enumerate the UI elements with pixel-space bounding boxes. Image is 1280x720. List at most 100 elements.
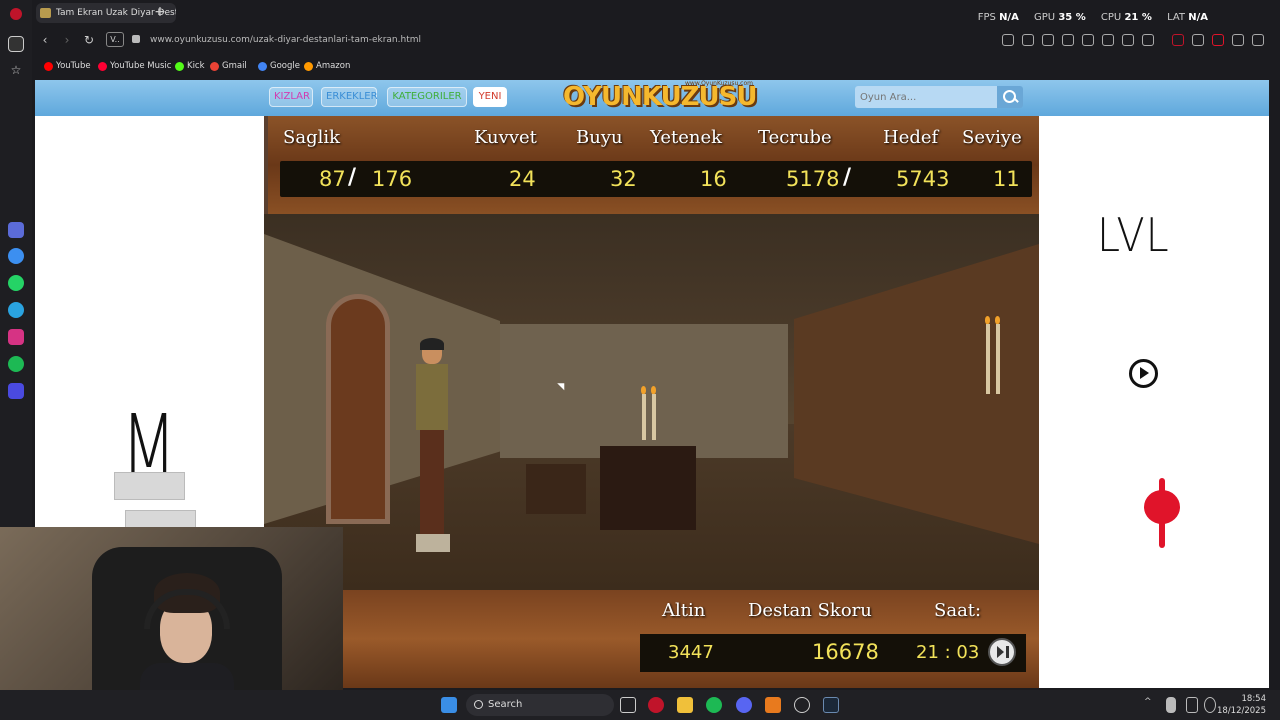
opera-taskbar-icon[interactable] bbox=[648, 697, 664, 713]
edit-icon[interactable] bbox=[1002, 34, 1014, 46]
settings-icon[interactable] bbox=[794, 697, 810, 713]
player-icon[interactable] bbox=[8, 383, 24, 399]
strength-label: Kuvvet bbox=[474, 127, 537, 148]
aria-icon[interactable] bbox=[8, 222, 24, 238]
epic-score-label: Destan Skoru bbox=[748, 600, 872, 621]
star-icon[interactable]: ☆ bbox=[8, 62, 24, 78]
heart-icon[interactable] bbox=[1082, 34, 1094, 46]
game-search-input[interactable] bbox=[855, 86, 997, 108]
url-field[interactable]: www.oyunkuzusu.com/uzak-diyar-destanlari… bbox=[150, 31, 1030, 49]
health-slash: / bbox=[348, 165, 357, 190]
bookmark-youtube[interactable]: YouTube bbox=[44, 60, 91, 73]
magic-label: Buyu bbox=[576, 127, 623, 148]
search-button[interactable] bbox=[997, 86, 1023, 108]
site-logo[interactable]: OYUNKUZUSU www.OyunKuzusu.com bbox=[563, 80, 763, 116]
game-time-value: 21 : 03 bbox=[916, 642, 980, 663]
shield-icon[interactable] bbox=[1042, 34, 1054, 46]
discord-icon[interactable] bbox=[736, 697, 752, 713]
whatsapp-icon[interactable] bbox=[8, 275, 24, 291]
opera-logo-icon[interactable] bbox=[10, 8, 22, 20]
microphone-icon[interactable] bbox=[1166, 697, 1176, 713]
level-value: 11 bbox=[993, 167, 1020, 191]
spotify-taskbar-icon[interactable] bbox=[706, 697, 722, 713]
task-view-icon[interactable] bbox=[620, 697, 636, 713]
extension-3-icon[interactable] bbox=[1212, 34, 1224, 46]
new-tab-button[interactable]: + bbox=[150, 3, 170, 23]
reload-button[interactable]: ↻ bbox=[80, 31, 98, 49]
bookmark-gmail[interactable]: Gmail bbox=[210, 60, 247, 73]
extension-icon[interactable] bbox=[1172, 34, 1184, 46]
wallet-icon[interactable] bbox=[1142, 34, 1154, 46]
file-explorer-icon[interactable] bbox=[677, 697, 693, 713]
lvl-annotation: LVL bbox=[1097, 208, 1170, 262]
download-icon[interactable] bbox=[1102, 34, 1114, 46]
taskbar-search[interactable]: Search bbox=[466, 694, 614, 716]
hero-character[interactable] bbox=[412, 338, 456, 558]
magic-value: 32 bbox=[610, 167, 637, 191]
wooden-door[interactable] bbox=[326, 294, 390, 524]
strength-value: 24 bbox=[509, 167, 536, 191]
bookmark-label: YouTube Music bbox=[110, 61, 172, 71]
instagram-icon[interactable] bbox=[8, 329, 24, 345]
messenger-icon[interactable] bbox=[8, 248, 24, 264]
clock-date: 18/12/2025 bbox=[1217, 706, 1266, 716]
gold-label: Altin bbox=[662, 600, 706, 621]
nav-categories[interactable]: KATEGORILER bbox=[387, 87, 467, 107]
steam-icon[interactable] bbox=[823, 697, 839, 713]
play-pause-button[interactable] bbox=[988, 638, 1016, 666]
play-icon[interactable] bbox=[1062, 34, 1074, 46]
home-icon[interactable] bbox=[8, 36, 24, 52]
camera-icon[interactable] bbox=[1022, 34, 1034, 46]
windows-taskbar: Search ^ 18:54 18/12/2025 bbox=[0, 690, 1280, 720]
windows-start-icon[interactable] bbox=[441, 697, 457, 713]
skill-value: 16 bbox=[700, 167, 727, 191]
nav-new[interactable]: YENI bbox=[473, 87, 507, 107]
extension-2-icon[interactable] bbox=[1192, 34, 1204, 46]
site-header: KIZLAR ERKEKLER KATEGORILER YENI OYUNKUZ… bbox=[35, 80, 1269, 116]
skill-label: Yetenek bbox=[650, 127, 723, 148]
wall-candle bbox=[986, 324, 990, 394]
bookmark-kick[interactable]: Kick bbox=[175, 60, 205, 73]
health-current: 87 bbox=[319, 167, 346, 191]
dark-table bbox=[600, 446, 696, 530]
candle-flame bbox=[641, 386, 646, 394]
menu-icon[interactable] bbox=[1122, 34, 1134, 46]
app-icon[interactable] bbox=[765, 697, 781, 713]
address-bar: ‹ › ↻ V.. www.oyunkuzusu.com/uzak-diyar-… bbox=[32, 28, 1280, 52]
level-label: Seviye bbox=[962, 127, 1022, 148]
spotify-icon[interactable] bbox=[8, 356, 24, 372]
gray-button[interactable] bbox=[114, 472, 185, 500]
bookmark-label: Google bbox=[270, 61, 300, 71]
small-table bbox=[526, 464, 586, 514]
network-icon[interactable] bbox=[1186, 697, 1198, 713]
score-values-panel: 3447 16678 21 : 03 bbox=[640, 634, 1026, 672]
game-room-scene[interactable] bbox=[264, 214, 1039, 590]
red-pin-icon bbox=[1143, 478, 1181, 548]
back-button[interactable]: ‹ bbox=[36, 31, 54, 49]
epic-score-value: 16678 bbox=[812, 640, 879, 664]
bookmark-youtube-music[interactable]: YouTube Music bbox=[98, 60, 171, 73]
lock-icon[interactable] bbox=[132, 35, 140, 43]
taskbar-clock[interactable]: 18:54 18/12/2025 bbox=[1217, 693, 1266, 717]
forward-button[interactable]: › bbox=[58, 31, 76, 49]
bookmark-google[interactable]: Google bbox=[258, 60, 300, 73]
game-canvas[interactable]: Saglik Kuvvet Buyu Yetenek Tecrube Hedef… bbox=[264, 116, 1039, 688]
vpn-badge[interactable]: V.. bbox=[106, 32, 124, 47]
stats-values-panel: 87 / 176 24 32 16 5178 / 5743 11 bbox=[280, 161, 1032, 197]
candle bbox=[652, 394, 656, 440]
extension-4-icon[interactable] bbox=[1232, 34, 1244, 46]
bookmark-label: Amazon bbox=[316, 61, 351, 71]
site-favicon-icon bbox=[40, 8, 51, 18]
volume-icon[interactable] bbox=[1204, 697, 1216, 713]
bookmark-favicon-icon bbox=[210, 62, 219, 71]
telegram-icon[interactable] bbox=[8, 302, 24, 318]
nav-boys[interactable]: ERKEKLER bbox=[321, 87, 378, 107]
nav-girls[interactable]: KIZLAR bbox=[269, 87, 313, 107]
streamer bbox=[140, 569, 234, 690]
extension-5-icon[interactable] bbox=[1252, 34, 1264, 46]
bookmark-amazon[interactable]: Amazon bbox=[304, 60, 350, 73]
bookmark-label: YouTube bbox=[56, 61, 91, 71]
tray-chevron-icon[interactable]: ^ bbox=[1144, 697, 1154, 713]
bookmarks-bar: YouTube YouTube Music Kick Gmail Google Amazo… bbox=[32, 56, 1280, 76]
bookmark-favicon-icon bbox=[258, 62, 267, 71]
